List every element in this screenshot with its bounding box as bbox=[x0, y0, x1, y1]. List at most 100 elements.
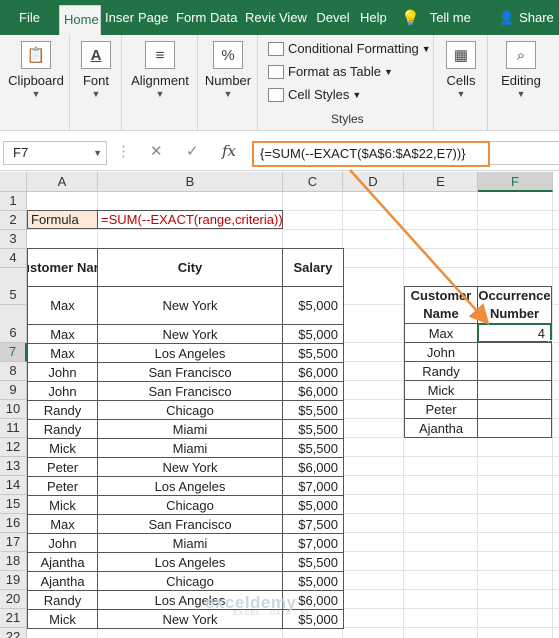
formula-input[interactable]: {=SUM(--EXACT($A$6:$A$22,E7))} bbox=[252, 141, 490, 167]
row-header-5[interactable]: 5 bbox=[0, 268, 27, 305]
row-header-4[interactable]: 4 bbox=[0, 249, 27, 268]
table-cell[interactable]: Peter bbox=[27, 457, 98, 477]
lookup-cell[interactable]: John bbox=[404, 342, 478, 362]
row-header-12[interactable]: 12 bbox=[0, 438, 27, 457]
table-cell[interactable]: Chicago bbox=[97, 571, 283, 591]
row-header-20[interactable]: 20 bbox=[0, 590, 27, 609]
tab-file[interactable]: File bbox=[0, 0, 59, 35]
row-header-22[interactable]: 22 bbox=[0, 628, 27, 638]
table-cell[interactable]: Randy bbox=[27, 419, 98, 439]
share-button[interactable]: 👤 Share bbox=[499, 0, 554, 35]
formula-generic-cell[interactable]: =SUM(--EXACT(range,criteria)) bbox=[97, 210, 283, 229]
editing-button[interactable]: ⌕ Editing ▼ bbox=[494, 41, 548, 99]
row-header-16[interactable]: 16 bbox=[0, 514, 27, 533]
formula-label-cell[interactable]: Formula bbox=[27, 210, 98, 229]
table-cell[interactable]: $5,500 bbox=[282, 552, 344, 572]
table-cell[interactable]: Miami bbox=[97, 533, 283, 553]
row-header-8[interactable]: 8 bbox=[0, 362, 27, 381]
column-header-d[interactable]: D bbox=[343, 172, 404, 192]
table-cell[interactable]: $7,500 bbox=[282, 514, 344, 534]
lookup-cell[interactable]: Randy bbox=[404, 361, 478, 381]
column-header-f[interactable]: F bbox=[478, 172, 553, 192]
table-cell[interactable]: $5,500 bbox=[282, 438, 344, 458]
active-cell-f7[interactable]: 4 bbox=[477, 323, 552, 343]
table-cell[interactable]: New York bbox=[97, 324, 283, 344]
table-cell[interactable]: $5,500 bbox=[282, 343, 344, 363]
enter-icon[interactable]: ✓ bbox=[186, 142, 199, 160]
table-cell[interactable]: Max bbox=[27, 514, 98, 534]
select-all-corner[interactable] bbox=[0, 172, 27, 192]
table-cell[interactable]: $5,000 bbox=[282, 495, 344, 515]
table-cell[interactable]: New York bbox=[97, 286, 283, 325]
lookup-table-header[interactable]: Customer Name bbox=[404, 286, 478, 324]
tell-me-box[interactable]: 💡 Tell me bbox=[401, 0, 471, 35]
clipboard-button[interactable]: 📋 Clipboard ▼ bbox=[8, 41, 64, 99]
number-button[interactable]: % Number ▼ bbox=[202, 41, 254, 99]
table-cell[interactable]: San Francisco bbox=[97, 514, 283, 534]
tab-home[interactable]: Home bbox=[59, 5, 101, 35]
table-cell[interactable]: Ajantha bbox=[27, 571, 98, 591]
table-cell[interactable]: $5,000 bbox=[282, 571, 344, 591]
tab-data[interactable]: Data bbox=[206, 0, 241, 35]
table-cell[interactable]: Los Angeles bbox=[97, 552, 283, 572]
row-header-9[interactable]: 9 bbox=[0, 381, 27, 400]
column-header-c[interactable]: C bbox=[283, 172, 343, 192]
row-header-7[interactable]: 7 bbox=[0, 343, 27, 362]
lookup-cell[interactable]: Ajantha bbox=[404, 418, 478, 438]
tab-view[interactable]: View bbox=[275, 0, 310, 35]
table-cell[interactable]: John bbox=[27, 381, 98, 401]
table-cell[interactable]: Peter bbox=[27, 476, 98, 496]
table-cell[interactable]: $5,500 bbox=[282, 400, 344, 420]
table-cell[interactable]: John bbox=[27, 533, 98, 553]
table-cell[interactable]: Randy bbox=[27, 400, 98, 420]
column-header-a[interactable]: A bbox=[27, 172, 98, 192]
row-header-18[interactable]: 18 bbox=[0, 552, 27, 571]
lookup-cell[interactable]: Peter bbox=[404, 399, 478, 419]
table-cell[interactable]: Miami bbox=[97, 419, 283, 439]
table-cell[interactable]: Max bbox=[27, 286, 98, 325]
table-cell[interactable]: Los Angeles bbox=[97, 476, 283, 496]
tab-revie[interactable]: Revie bbox=[241, 0, 275, 35]
format-as-table-button[interactable]: Format as Table ▼ bbox=[268, 64, 393, 79]
row-header-11[interactable]: 11 bbox=[0, 419, 27, 438]
table-cell[interactable]: Miami bbox=[97, 438, 283, 458]
table-cell[interactable]: John bbox=[27, 362, 98, 382]
name-box[interactable]: F7 ▼ bbox=[3, 141, 107, 165]
main-table-header[interactable]: Salary bbox=[282, 248, 344, 287]
tab-help[interactable]: Help bbox=[356, 0, 389, 35]
table-cell[interactable]: $7,000 bbox=[282, 476, 344, 496]
table-cell[interactable]: Ajantha bbox=[27, 552, 98, 572]
tab-form[interactable]: Form bbox=[172, 0, 206, 35]
conditional-formatting-button[interactable]: Conditional Formatting ▼ bbox=[268, 41, 431, 56]
row-header-1[interactable]: 1 bbox=[0, 192, 27, 211]
row-header-17[interactable]: 17 bbox=[0, 533, 27, 552]
row-header-2[interactable]: 2 bbox=[0, 211, 27, 230]
table-cell[interactable]: $6,000 bbox=[282, 381, 344, 401]
row-header-15[interactable]: 15 bbox=[0, 495, 27, 514]
table-cell[interactable]: Mick bbox=[27, 609, 98, 629]
table-cell[interactable]: Chicago bbox=[97, 400, 283, 420]
lookup-cell[interactable] bbox=[477, 380, 552, 400]
table-cell[interactable]: Mick bbox=[27, 495, 98, 515]
row-header-3[interactable]: 3 bbox=[0, 230, 27, 249]
column-header-b[interactable]: B bbox=[98, 172, 283, 192]
lookup-cell[interactable] bbox=[477, 399, 552, 419]
font-button[interactable]: A Font ▼ bbox=[78, 41, 114, 99]
lookup-cell[interactable] bbox=[477, 361, 552, 381]
cancel-icon[interactable]: ✕ bbox=[150, 142, 163, 160]
table-cell[interactable]: Mick bbox=[27, 438, 98, 458]
lookup-table-header[interactable]: Occurrence Number bbox=[477, 286, 552, 324]
table-cell[interactable]: $6,000 bbox=[282, 457, 344, 477]
lookup-cell[interactable]: Max bbox=[404, 323, 478, 343]
lookup-cell[interactable] bbox=[477, 342, 552, 362]
alignment-button[interactable]: ≡ Alignment ▼ bbox=[128, 41, 192, 99]
table-cell[interactable]: New York bbox=[97, 457, 283, 477]
table-cell[interactable]: $5,000 bbox=[282, 286, 344, 325]
row-header-13[interactable]: 13 bbox=[0, 457, 27, 476]
row-header-14[interactable]: 14 bbox=[0, 476, 27, 495]
cell-styles-button[interactable]: Cell Styles ▼ bbox=[268, 87, 361, 102]
table-cell[interactable]: $6,000 bbox=[282, 362, 344, 382]
main-table-header[interactable]: City bbox=[97, 248, 283, 287]
table-cell[interactable]: $5,500 bbox=[282, 419, 344, 439]
column-header-e[interactable]: E bbox=[404, 172, 478, 192]
